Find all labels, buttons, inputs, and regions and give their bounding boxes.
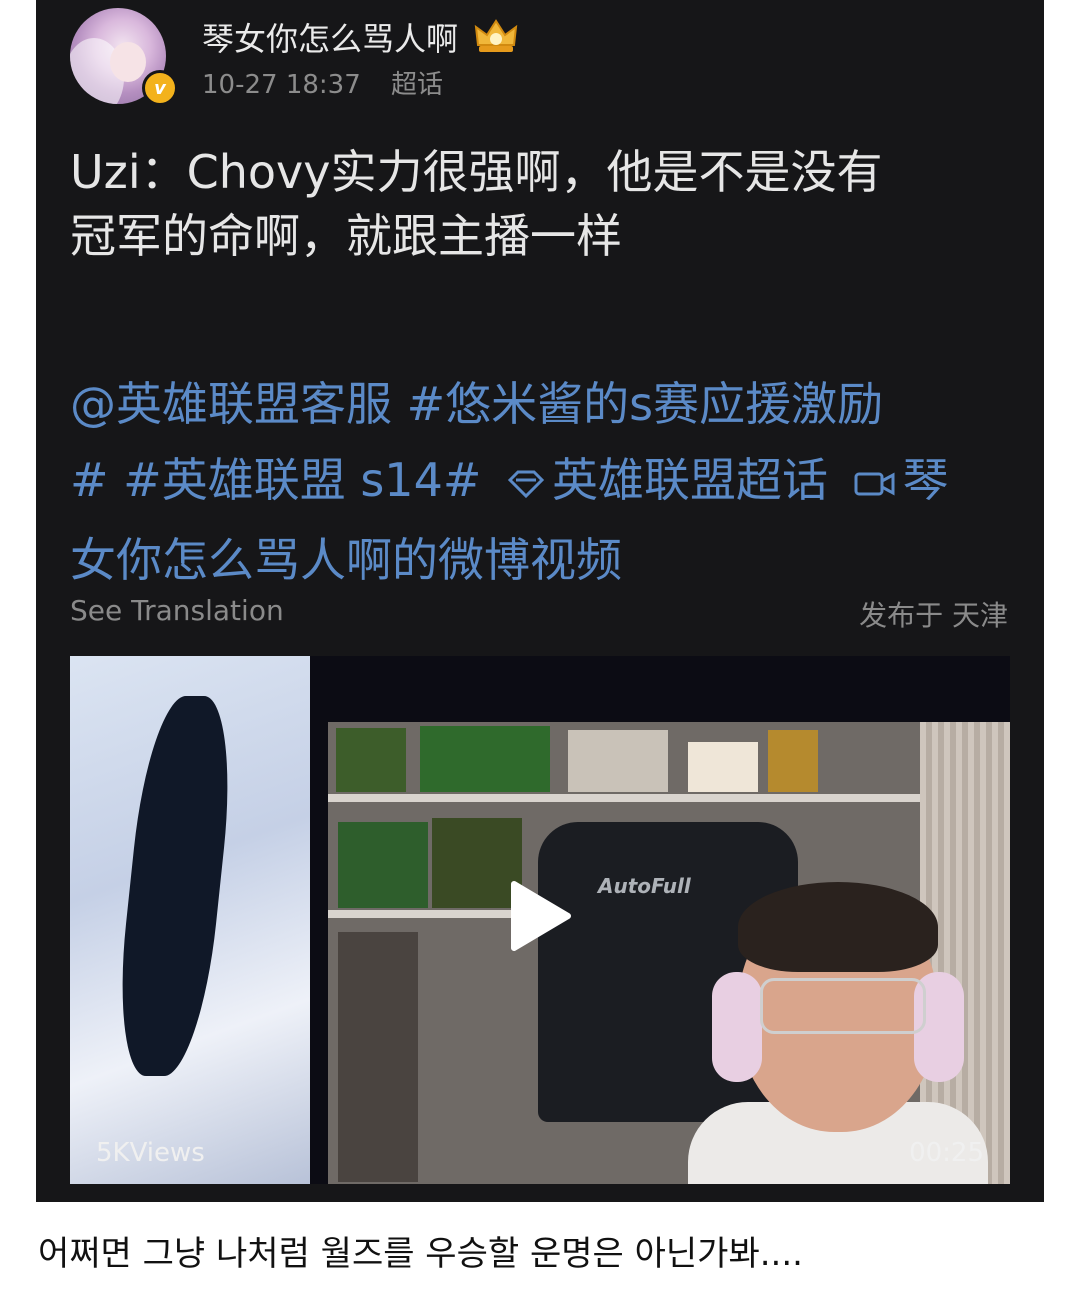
shelf-item <box>768 730 818 792</box>
weibo-post: v 琴女你怎么骂人啊 10-27 18:37 超话 Uzi：Chovy实力很强啊… <box>36 0 1044 1202</box>
post-location: 发布于 天津 <box>859 599 1008 632</box>
username-row[interactable]: 琴女你怎么骂人啊 <box>202 14 518 63</box>
video-player[interactable]: AutoFull 5KViews 00:25 <box>70 656 1010 1184</box>
hashtag-link-2[interactable]: # #英雄联盟 s14# <box>70 453 481 507</box>
video-duration: 00:25 <box>909 1138 984 1168</box>
video-link-part1[interactable]: 琴 <box>903 453 949 507</box>
shelf-upper <box>328 794 928 802</box>
topics-line-2: # #英雄联盟 s14# 英雄联盟超话 琴 <box>70 442 1020 522</box>
shelf-item <box>568 730 668 792</box>
diamond-icon <box>506 446 546 522</box>
shelf-item <box>338 932 418 1182</box>
post-content: Uzi：Chovy实力很强啊，他是不是没有 冠军的命啊，就跟主播一样 <box>70 140 1010 268</box>
streamer-glasses <box>760 978 926 1034</box>
post-timestamp: 10-27 18:37 <box>202 70 361 100</box>
video-left-shadow <box>110 696 240 1076</box>
content-line-1: Uzi：Chovy实力很强啊，他是不是没有 <box>70 145 883 199</box>
shelf-item <box>338 822 428 908</box>
post-meta: 10-27 18:37 超话 <box>202 64 443 101</box>
topics-line-3: 女你怎么骂人啊的微博视频 <box>70 522 1020 598</box>
shelf-item <box>336 728 406 792</box>
hashtag-link-1[interactable]: #悠米酱的s赛应援激励 <box>407 377 884 431</box>
source-tag[interactable]: 超话 <box>391 70 443 100</box>
supertopic-link[interactable]: 英雄联盟超话 <box>552 453 828 507</box>
username[interactable]: 琴女你怎么骂人啊 <box>202 20 458 58</box>
play-icon[interactable] <box>508 880 572 956</box>
verified-badge-icon: v <box>142 70 178 106</box>
video-stream-frame: AutoFull <box>328 722 1010 1184</box>
crown-badge-icon <box>474 19 518 63</box>
streamer-hair <box>738 882 938 972</box>
shelf-item <box>420 726 550 792</box>
video-camera-icon <box>853 446 897 522</box>
headphone-left <box>712 972 762 1082</box>
see-translation-link[interactable]: See Translation <box>70 594 284 627</box>
shelf-item <box>688 742 758 792</box>
avatar-face <box>110 42 146 82</box>
post-topics: @英雄联盟客服 #悠米酱的s赛应援激励 # #英雄联盟 s14# 英雄联盟超话 … <box>70 366 1020 598</box>
video-left-panel <box>70 656 310 1184</box>
content-line-2: 冠军的命啊，就跟主播一样 <box>70 209 622 263</box>
topics-line-1: @英雄联盟客服 #悠米酱的s赛应援激励 <box>70 366 1020 442</box>
video-link-part2[interactable]: 女你怎么骂人啊的微博视频 <box>70 533 622 587</box>
mention-link[interactable]: @英雄联盟客服 <box>70 377 392 431</box>
caption-text: 어쩌면 그냥 나처럼 월즈를 우승할 운명은 아닌가봐.... <box>38 1234 803 1274</box>
chair-brand-label: AutoFull <box>598 874 691 898</box>
video-views: 5KViews <box>96 1138 205 1168</box>
